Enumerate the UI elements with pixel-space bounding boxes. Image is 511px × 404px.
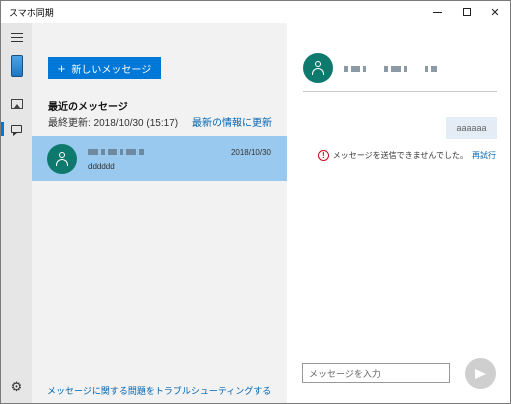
last-updated-text: 最終更新: 2018/10/30 (15:17) [48,118,179,129]
message-input[interactable]: メッセージを入力 [302,363,450,383]
send-icon [475,368,486,379]
contact-name-redacted [344,65,439,73]
phone-icon [10,55,23,77]
app-window: スマホ同期 ✕ ⚙ + 新しいメッセージ 最近のメッセージ 最終更新: 2018… [0,0,511,404]
minimize-button[interactable] [422,1,452,23]
message-preview: dddddd [88,162,115,171]
conversation-list-pane: + 新しいメッセージ 最近のメッセージ 最終更新: 2018/10/30 (15… [32,23,287,403]
plus-icon: + [57,60,66,76]
messages-icon [11,125,22,136]
title-bar[interactable]: スマホ同期 ✕ [1,1,510,23]
nav-rail: ⚙ [1,23,32,403]
minimize-icon [432,11,442,13]
conversation-item[interactable]: dddddd 2018/10/30 [32,136,287,181]
window-title: スマホ同期 [9,8,54,18]
troubleshoot-link[interactable]: メッセージに関する問題をトラブルシューティングする [47,384,271,397]
send-button[interactable] [465,358,496,389]
refresh-link[interactable]: 最新の情報に更新 [192,114,272,129]
nav-item-photos[interactable] [1,95,32,113]
outgoing-message-bubble: aaaaaa [446,117,497,139]
gear-icon: ⚙ [10,379,23,394]
error-icon: ! [317,150,329,161]
maximize-button[interactable] [452,1,482,23]
person-icon [55,152,69,166]
new-message-label: 新しいメッセージ [71,64,152,76]
selected-indicator [1,122,4,136]
close-button[interactable]: ✕ [480,1,510,23]
person-icon [311,61,325,75]
nav-item-messages[interactable] [1,120,32,138]
divider [303,91,497,92]
retry-link[interactable]: 再試行 [472,150,496,161]
phone-button[interactable] [1,52,32,80]
recent-messages-heading: 最近のメッセージ [48,102,128,113]
send-error-text: メッセージを送信できませんでした。 [332,151,468,160]
close-icon: ✕ [490,6,500,19]
settings-button[interactable]: ⚙ [1,377,32,397]
new-message-button[interactable]: + 新しいメッセージ [48,57,161,79]
hamburger-menu-button[interactable] [1,27,32,47]
contact-avatar [303,53,333,83]
maximize-icon [463,8,471,16]
chat-pane: aaaaaa ! メッセージを送信できませんでした。 再試行 メッセージを入力 [287,23,510,403]
conversation-date: 2018/10/30 [230,148,271,157]
avatar [47,144,77,174]
photos-icon [10,99,23,109]
hamburger-menu-icon [10,32,23,42]
contact-name-redacted [88,148,158,156]
send-error-row: ! メッセージを送信できませんでした。 再試行 [317,150,496,161]
